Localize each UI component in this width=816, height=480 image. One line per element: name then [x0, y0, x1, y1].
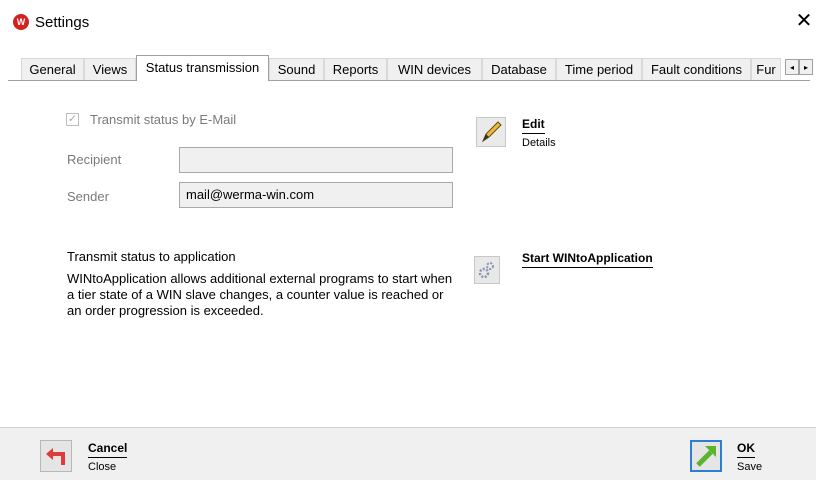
application-description: WINtoApplication allows additional exter… — [67, 271, 453, 318]
sender-label: Sender — [67, 189, 109, 204]
tab-views[interactable]: Views — [84, 58, 136, 80]
ok-arrow-icon[interactable] — [690, 440, 722, 472]
transmit-email-label: Transmit status by E-Mail — [90, 112, 237, 127]
cancel-button[interactable]: Cancel — [88, 441, 128, 458]
recipient-label: Recipient — [67, 152, 122, 167]
close-icon[interactable]: ✕ — [792, 9, 816, 33]
application-section-title: Transmit status to application — [67, 249, 236, 264]
tab-scroll-right-icon[interactable]: ▸ — [799, 59, 813, 75]
tab-sound[interactable]: Sound — [269, 58, 324, 80]
transmit-email-checkbox[interactable]: ✓ — [66, 113, 79, 126]
app-logo-icon: W — [13, 14, 29, 30]
tab-win-devices[interactable]: WIN devices — [387, 58, 482, 80]
ok-subtitle: Save — [737, 461, 763, 473]
cancel-subtitle: Close — [88, 461, 117, 473]
pencil-icon[interactable] — [476, 117, 506, 147]
sender-field[interactable]: mail@werma-win.com — [179, 182, 453, 208]
tab-general[interactable]: General — [21, 58, 84, 80]
gears-icon[interactable] — [474, 256, 500, 284]
tab-time-period[interactable]: Time period — [556, 58, 642, 80]
tab-status-transmission[interactable]: Status transmission — [136, 55, 269, 81]
recipient-field[interactable] — [179, 147, 453, 173]
ok-button[interactable]: OK — [737, 441, 755, 458]
tab-scroll-left-icon[interactable]: ◂ — [785, 59, 799, 75]
title-bar: W Settings ✕ — [0, 0, 816, 46]
start-wintoapplication-button[interactable]: Start WINtoApplication — [522, 251, 653, 268]
tab-reports[interactable]: Reports — [324, 58, 387, 80]
edit-action-title[interactable]: Edit — [522, 117, 545, 134]
cancel-arrow-icon[interactable] — [40, 440, 72, 472]
tab-database[interactable]: Database — [482, 58, 556, 80]
tab-fault-conditions[interactable]: Fault conditions — [642, 58, 751, 80]
window-title: Settings — [35, 14, 90, 31]
edit-action-subtitle: Details — [522, 137, 556, 149]
tab-functions[interactable]: Fur — [751, 58, 781, 80]
tab-strip: General Views Status transmission Sound … — [0, 55, 816, 81]
